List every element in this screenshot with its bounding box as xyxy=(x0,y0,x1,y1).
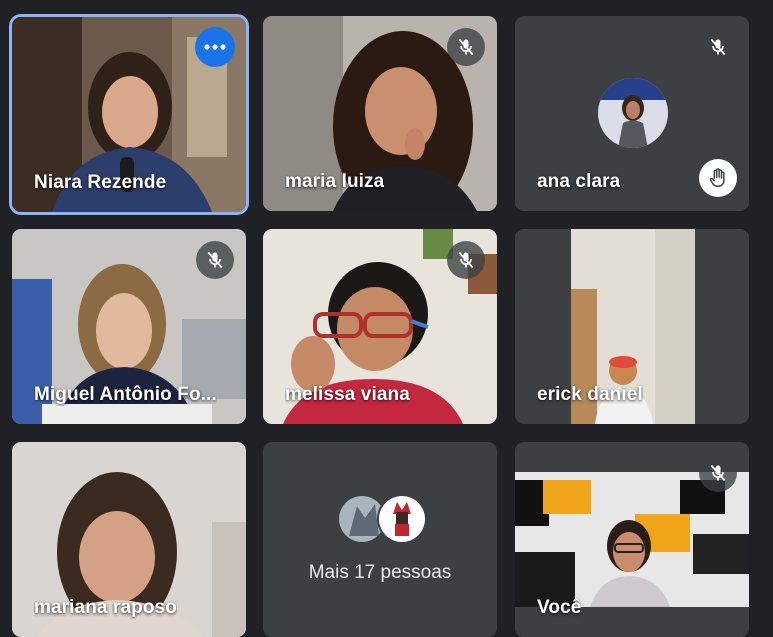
participant-grid: Niara Rezende maria luiza ana clara Migu… xyxy=(0,0,773,637)
participant-tile-melissa-viana[interactable]: melissa viana xyxy=(263,229,497,424)
avatar xyxy=(598,78,668,148)
participant-name: mariana raposo xyxy=(34,597,177,618)
muted-indicator xyxy=(699,454,737,492)
participant-tile-self[interactable]: Você xyxy=(515,442,749,637)
muted-indicator xyxy=(447,28,485,66)
mic-off-icon xyxy=(207,251,223,269)
participant-tile-mariana-raposo[interactable]: mariana raposo xyxy=(12,442,246,637)
mic-off-icon xyxy=(710,38,726,56)
raised-hand-indicator xyxy=(699,159,737,197)
participant-tile-ana-clara[interactable]: ana clara xyxy=(515,16,749,211)
more-participants-label: Mais 17 pessoas xyxy=(308,562,452,583)
more-participants-tile[interactable]: Mais 17 pessoas xyxy=(263,442,497,637)
more-options-button[interactable] xyxy=(195,27,235,67)
participant-tile-miguel-antonio[interactable]: Miguel Antônio Fo... xyxy=(12,229,246,424)
participant-name: erick daniel xyxy=(537,384,643,405)
muted-indicator xyxy=(196,241,234,279)
participant-tile-niara-rezende[interactable]: Niara Rezende xyxy=(12,17,246,212)
participant-name: maria luiza xyxy=(285,171,385,192)
participant-tile-erick-daniel[interactable]: erick daniel xyxy=(515,229,749,424)
mic-off-icon xyxy=(458,251,474,269)
muted-indicator xyxy=(447,241,485,279)
raised-hand-icon xyxy=(709,168,725,187)
participant-name: melissa viana xyxy=(285,384,410,405)
participant-name: Niara Rezende xyxy=(34,172,167,193)
muted-indicator xyxy=(699,28,737,66)
participant-name: ana clara xyxy=(537,171,621,192)
avatar xyxy=(377,494,427,544)
participant-tile-maria-luiza[interactable]: maria luiza xyxy=(263,16,497,211)
mic-off-icon xyxy=(458,38,474,56)
participant-name: Você xyxy=(537,597,582,618)
participant-name: Miguel Antônio Fo... xyxy=(34,384,217,405)
more-options-icon xyxy=(204,44,226,50)
mic-off-icon xyxy=(710,464,726,482)
